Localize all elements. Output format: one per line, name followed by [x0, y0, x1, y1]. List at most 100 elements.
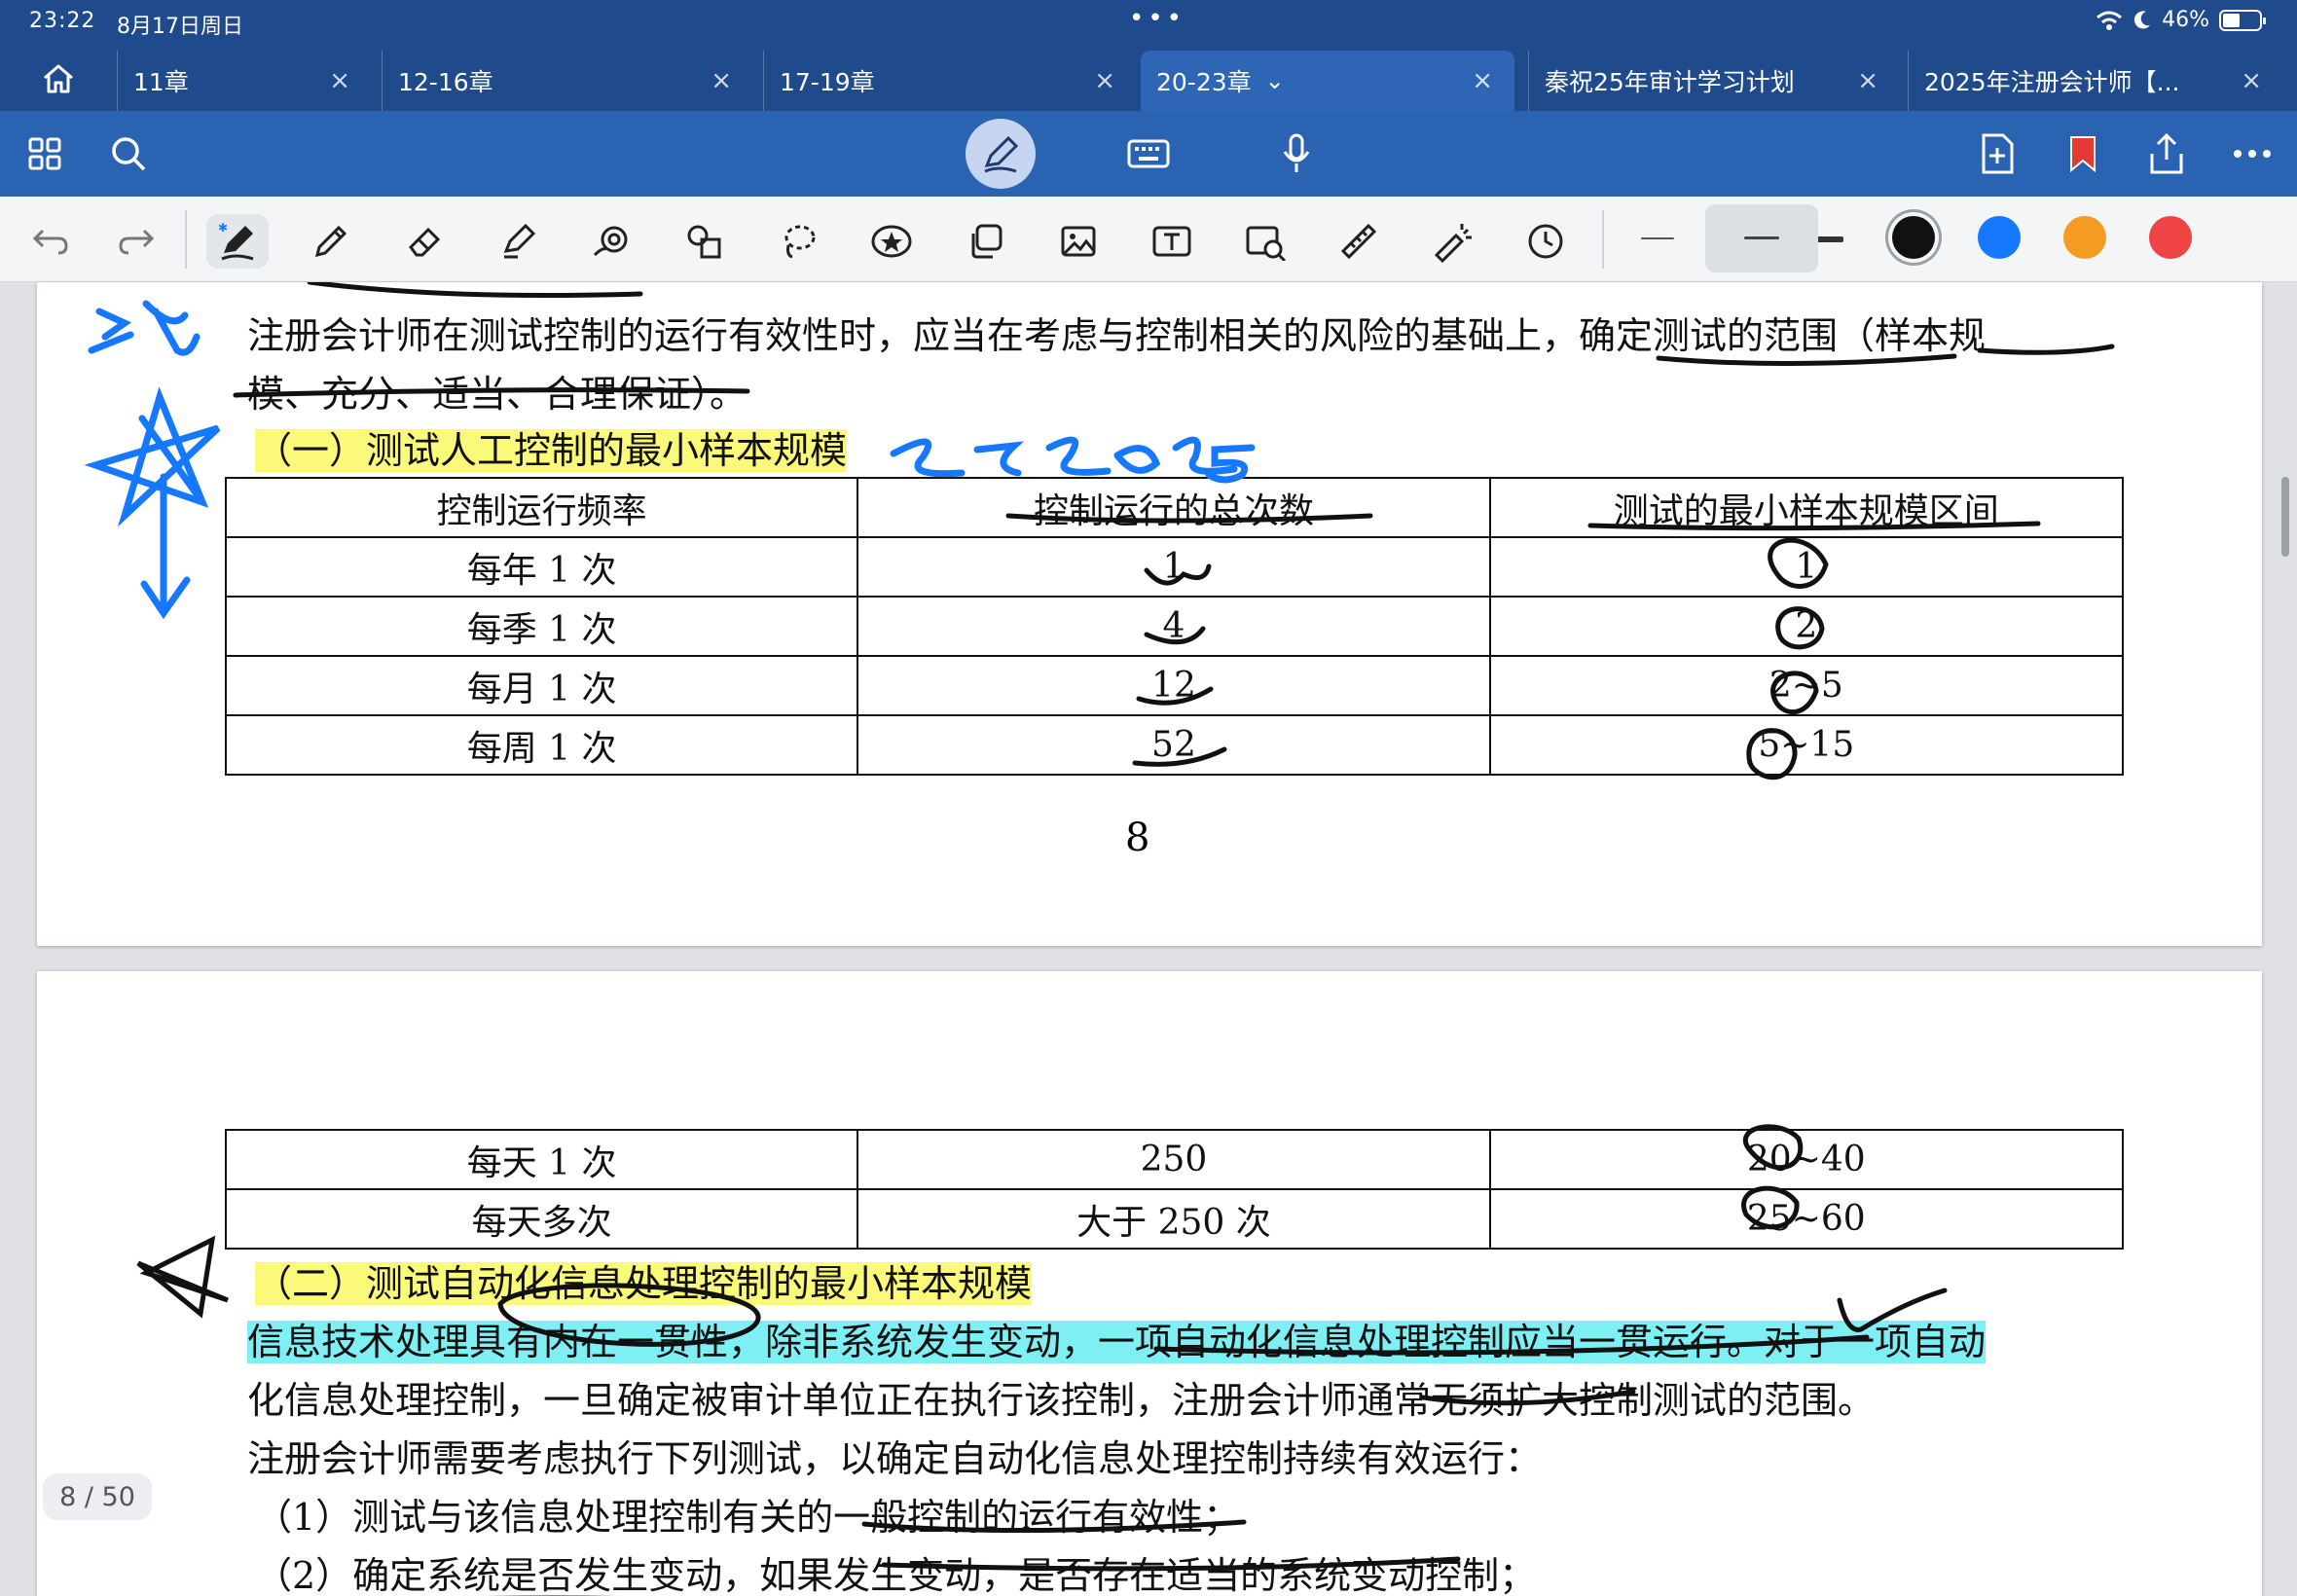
page-number: 8	[1125, 816, 1150, 860]
lasso-eraser-button[interactable]	[584, 214, 638, 269]
section-heading-text: （一）测试人工控制的最小样本规模	[255, 429, 848, 472]
table-cell: 52	[857, 714, 1491, 776]
tab-close-icon[interactable]: ×	[711, 66, 732, 95]
status-time: 23:22	[29, 9, 96, 33]
table-cell: 每周 1 次	[224, 714, 859, 776]
section-heading-text: （二）测试自动化信息处理控制的最小样本规模	[255, 1262, 1033, 1305]
highlighted-text: 信息技术处理具有内在一贯性，除非系统发生变动，一项自动化信息处理控制应当一贯运行…	[247, 1321, 1987, 1363]
scrollbar[interactable]	[2281, 477, 2289, 557]
tab-close-icon[interactable]: ×	[329, 66, 350, 95]
tab-label: 20-23章	[1156, 68, 1252, 96]
bookmark-icon	[2070, 136, 2096, 173]
color-black-swatch[interactable]	[1892, 216, 1935, 259]
table-row: 每天 1 次 250 20~40	[224, 1129, 2125, 1190]
table-cell: 2~5	[1488, 655, 2125, 716]
color-orange-swatch[interactable]	[2063, 216, 2106, 259]
battery-percent: 46%	[2162, 8, 2209, 32]
main-toolbar	[0, 111, 2297, 197]
pen-mode-button[interactable]	[966, 119, 1036, 189]
laser-pointer-button[interactable]	[1425, 214, 1479, 269]
moon-icon	[2134, 10, 2151, 28]
tab-close-icon[interactable]: ×	[1857, 66, 1878, 95]
image-icon	[1061, 226, 1096, 257]
color-red-swatch[interactable]	[2149, 216, 2192, 259]
camera-tool-button[interactable]	[1238, 214, 1293, 269]
home-button[interactable]	[23, 54, 93, 103]
sample-size-table-continued: 每天 1 次 250 20~40 每天多次 大于 250 次 25~60	[224, 1129, 2125, 1250]
image-tool-button[interactable]	[1051, 214, 1106, 269]
tab-label: 11章	[133, 68, 189, 96]
search-button[interactable]	[103, 128, 154, 179]
stroke-medium-line	[1744, 236, 1779, 239]
eraser-tool-button[interactable]	[397, 214, 452, 269]
tab-12-16[interactable]: 12-16章 ×	[382, 51, 753, 111]
shapes-tool-button[interactable]	[677, 214, 732, 269]
section-heading: （一）测试人工控制的最小样本规模	[255, 420, 848, 474]
tab-11[interactable]: 11章 ×	[117, 51, 372, 111]
list-item: （1）测试与该信息处理控制有关的一般控制的运行有效性；	[255, 1496, 1241, 1539]
microphone-button[interactable]	[1271, 128, 1322, 179]
text-box-icon	[1152, 226, 1191, 257]
lasso-eraser-icon	[593, 226, 628, 257]
svg-text:✱: ✱	[218, 221, 228, 235]
pdf-page-8[interactable]: 注册会计师在测试控制的运行有效性时，应当在考虑与控制相关的风险的基础上，确定测试…	[37, 282, 2262, 946]
sticker-tool-button[interactable]	[864, 214, 919, 269]
tab-label: 2025年注册会计师【...	[1924, 68, 2180, 96]
tab-17-19[interactable]: 17-19章 ×	[763, 51, 1137, 111]
copy-icon	[971, 224, 1003, 259]
add-page-button[interactable]	[1972, 128, 2023, 179]
tab-label: 12-16章	[398, 68, 493, 96]
sticker-icon	[871, 225, 912, 258]
table-cell: 20~40	[1488, 1129, 2125, 1190]
status-right: 46%	[2096, 8, 2266, 32]
color-blue-swatch[interactable]	[1978, 216, 2021, 259]
pdf-page-9[interactable]: 每天 1 次 250 20~40 每天多次 大于 250 次 25~60 （二）…	[37, 971, 2262, 1596]
bookmark-button[interactable]	[2058, 128, 2108, 179]
page-indicator: 8 / 50	[43, 1473, 152, 1520]
grid-icon	[28, 137, 61, 170]
table-header-cell: 控制运行频率	[224, 477, 859, 538]
table-header-cell: 控制运行的总次数	[857, 477, 1491, 538]
lasso-tool-button[interactable]	[771, 214, 825, 269]
tab-close-icon[interactable]: ×	[1094, 66, 1115, 95]
sample-size-table: 控制运行频率 控制运行的总次数 测试的最小样本规模区间 每年 1 次 1 1 每…	[224, 477, 2125, 776]
table-cell: 25~60	[1488, 1188, 2125, 1250]
more-icon	[2234, 150, 2271, 158]
table-row: 每月 1 次 12 2~5	[224, 655, 2125, 716]
table-row: 每年 1 次 1 1	[224, 536, 2125, 598]
table-row: 每季 1 次 4 2	[224, 596, 2125, 657]
keyboard-button[interactable]	[1123, 128, 1174, 179]
highlighter-tool-button[interactable]	[491, 214, 545, 269]
text-box-tool-button[interactable]	[1145, 214, 1199, 269]
table-row: 每天多次 大于 250 次 25~60	[224, 1188, 2125, 1250]
tab-study-plan[interactable]: 秦祝25年审计学习计划 ×	[1528, 51, 1900, 111]
tab-cpa-2025[interactable]: 2025年注册会计师【... ×	[1908, 51, 2283, 111]
table-cell: 每天多次	[224, 1188, 859, 1250]
stroke-medium-option[interactable]	[1705, 204, 1818, 272]
multitask-dots[interactable]: •••	[1129, 4, 1185, 33]
paragraph-line: 化信息处理控制，一旦确定被审计单位正在执行该控制，注册会计师通常无须扩大控制测试…	[247, 1379, 1876, 1422]
copy-tool-button[interactable]	[958, 214, 1012, 269]
toolbar-divider	[185, 210, 187, 269]
pen-tool-button[interactable]: ✱	[206, 214, 269, 269]
paragraph-line: 模、充分、适当、合理保证）。	[247, 373, 747, 416]
timer-button[interactable]	[1518, 214, 1573, 269]
pencil-tool-button[interactable]	[304, 214, 358, 269]
stroke-thin-option[interactable]	[1641, 237, 1674, 239]
chevron-down-icon[interactable]: ⌄	[1265, 67, 1285, 94]
more-button[interactable]	[2227, 128, 2278, 179]
ruler-tool-button[interactable]	[1331, 214, 1386, 269]
table-cell: 每天 1 次	[224, 1129, 859, 1190]
tab-close-icon[interactable]: ×	[2241, 66, 2262, 95]
undo-button[interactable]	[23, 214, 78, 269]
redo-button[interactable]	[109, 214, 164, 269]
list-item: （2）确定系统是否发生变动，如果发生变动，是否存在适当的系统变动控制；	[255, 1554, 1537, 1596]
tab-close-icon[interactable]: ×	[1472, 66, 1493, 95]
grid-view-button[interactable]	[19, 128, 70, 179]
share-button[interactable]	[2141, 128, 2192, 179]
table-cell: 每月 1 次	[224, 655, 859, 716]
tab-20-23[interactable]: 20-23章 ⌄ ×	[1141, 51, 1514, 111]
table-cell: 1	[857, 536, 1491, 598]
drawing-toolbar: ✱	[0, 197, 2297, 282]
pen-icon	[984, 135, 1019, 173]
